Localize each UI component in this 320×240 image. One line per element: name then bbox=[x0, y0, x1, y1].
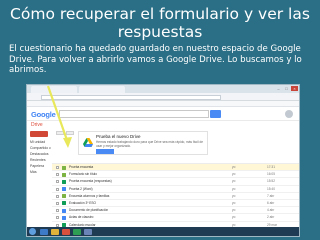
taskbar-app-icon[interactable] bbox=[84, 228, 92, 235]
toolbar-button[interactable] bbox=[66, 131, 74, 135]
file-list: Prueba encuesta yo 17:31 Formulario sin tít… bbox=[52, 159, 299, 229]
file-row[interactable]: Evaluación 3º ESO yo 6 abr bbox=[52, 200, 299, 208]
file-date: 15:52 bbox=[267, 179, 275, 184]
row-checkbox[interactable] bbox=[56, 209, 59, 213]
row-checkbox[interactable] bbox=[56, 180, 59, 184]
slide-body-text: El cuestionario ha quedado guardado en n… bbox=[9, 44, 302, 75]
file-date: 15:40 bbox=[267, 186, 275, 191]
file-type-icon bbox=[62, 208, 66, 213]
google-logo[interactable]: Google bbox=[31, 110, 56, 119]
drive-screenshot: – □ × Google Drive Mi unidadCompartido c… bbox=[26, 84, 300, 237]
drive-search-input[interactable] bbox=[59, 110, 209, 118]
file-date: 4 abr bbox=[267, 208, 275, 213]
file-owner: yo bbox=[232, 186, 236, 191]
slide-title: Cómo recuperar el formulario y ver las r… bbox=[10, 5, 310, 41]
row-checkbox[interactable] bbox=[56, 166, 59, 169]
google-header: Google bbox=[27, 107, 299, 121]
google-logo-text: Google bbox=[31, 110, 56, 119]
search-button[interactable] bbox=[210, 110, 221, 118]
row-checkbox[interactable] bbox=[56, 201, 59, 205]
file-name[interactable]: Actas de claustro bbox=[69, 214, 219, 221]
file-type-icon bbox=[62, 187, 66, 192]
file-row[interactable]: Documento de planificación yo 4 abr bbox=[52, 207, 299, 215]
new-drive-promo: Prueba el nuevo Drive Hemos estado traba… bbox=[78, 131, 208, 155]
row-checkbox[interactable] bbox=[56, 216, 59, 220]
drive-label[interactable]: Drive bbox=[31, 122, 43, 128]
browser-tab[interactable] bbox=[31, 86, 77, 93]
browser-tab-strip: – □ × bbox=[27, 85, 299, 93]
file-row[interactable]: Actas de claustro yo 2 abr bbox=[52, 214, 299, 222]
file-type-icon bbox=[62, 172, 66, 177]
drive-bar: Drive bbox=[27, 121, 299, 130]
taskbar-app-icon[interactable] bbox=[73, 228, 81, 235]
file-name[interactable]: Prueba 2 (Word) bbox=[69, 186, 219, 193]
drive-sidebar: Mi unidadCompartido conmigoDestacadosRec… bbox=[27, 130, 51, 236]
toolbar-button[interactable] bbox=[56, 131, 64, 135]
file-row[interactable]: Prueba 2 (Word) yo 15:40 bbox=[52, 186, 299, 193]
minimize-icon[interactable]: – bbox=[275, 86, 282, 91]
browser-tab[interactable] bbox=[79, 86, 125, 93]
file-owner: yo bbox=[232, 179, 236, 184]
taskbar-app-icon[interactable] bbox=[51, 228, 59, 235]
file-owner: yo bbox=[232, 200, 236, 205]
file-owner: yo bbox=[232, 215, 236, 220]
file-name[interactable]: Prueba encuesta bbox=[69, 164, 219, 171]
file-row[interactable]: Encuesta alumnos y familias yo 7 abr bbox=[52, 193, 299, 200]
file-date: 6 abr bbox=[267, 200, 275, 205]
file-date: 7 abr bbox=[267, 193, 275, 198]
taskbar-app-icon[interactable] bbox=[62, 228, 70, 235]
file-owner: yo bbox=[232, 193, 236, 198]
file-row[interactable]: Formulario sin título yo 16:05 bbox=[52, 171, 299, 179]
file-date: 2 abr bbox=[267, 215, 275, 220]
file-row[interactable]: Prueba encuesta (respuestas) yo 15:52 bbox=[52, 178, 299, 186]
file-date: 17:31 bbox=[267, 165, 275, 169]
file-owner: yo bbox=[232, 208, 236, 213]
file-type-icon bbox=[62, 201, 66, 206]
file-owner: yo bbox=[232, 165, 236, 169]
file-owner: yo bbox=[232, 172, 236, 177]
file-name[interactable]: Evaluación 3º ESO bbox=[69, 200, 219, 207]
file-type-icon bbox=[62, 165, 66, 170]
file-name[interactable]: Prueba encuesta (respuestas) bbox=[69, 178, 219, 185]
start-button[interactable] bbox=[29, 228, 36, 235]
file-date: 16:05 bbox=[267, 172, 275, 177]
row-checkbox[interactable] bbox=[56, 187, 59, 191]
row-checkbox[interactable] bbox=[56, 194, 59, 198]
promo-text: Hemos estado trabajando duro para que Dr… bbox=[96, 140, 204, 148]
maximize-icon[interactable]: □ bbox=[283, 86, 290, 91]
close-icon[interactable]: × bbox=[291, 86, 298, 91]
create-button[interactable] bbox=[30, 131, 48, 137]
file-row[interactable]: Prueba encuesta yo 17:31 bbox=[52, 164, 299, 172]
file-type-icon bbox=[62, 179, 66, 184]
promo-title: Prueba el nuevo Drive bbox=[96, 134, 141, 139]
file-type-icon bbox=[62, 194, 66, 199]
avatar[interactable] bbox=[285, 110, 293, 118]
file-name[interactable]: Formulario sin título bbox=[69, 171, 219, 178]
promo-button[interactable] bbox=[96, 149, 114, 154]
file-name[interactable]: Encuesta alumnos y familias bbox=[69, 193, 219, 200]
file-type-icon bbox=[62, 215, 66, 220]
file-name[interactable]: Documento de planificación bbox=[69, 207, 219, 214]
browser-toolbar bbox=[27, 93, 299, 101]
taskbar-app-icon[interactable] bbox=[40, 228, 48, 235]
sidebar-item[interactable]: Más bbox=[27, 169, 51, 175]
drive-logo-icon bbox=[83, 138, 93, 147]
windows-taskbar bbox=[27, 227, 299, 236]
address-bar[interactable] bbox=[41, 94, 221, 100]
drive-main: Prueba el nuevo Drive Hemos estado traba… bbox=[52, 130, 299, 236]
row-checkbox[interactable] bbox=[56, 173, 59, 177]
